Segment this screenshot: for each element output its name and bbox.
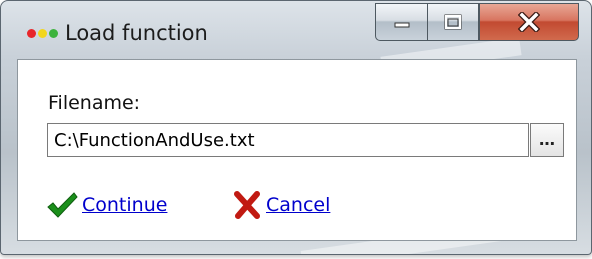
caption-buttons bbox=[375, 3, 579, 41]
yellow-dot bbox=[38, 29, 47, 38]
maximize-button[interactable] bbox=[427, 3, 479, 41]
title-bar[interactable]: Load function bbox=[1, 1, 591, 59]
continue-button[interactable]: Continue bbox=[46, 190, 167, 220]
continue-link[interactable]: Continue bbox=[82, 194, 167, 216]
browse-button[interactable]: … bbox=[530, 123, 564, 157]
cancel-link[interactable]: Cancel bbox=[266, 194, 330, 216]
ellipsis-icon: … bbox=[539, 130, 555, 149]
maximize-icon bbox=[444, 14, 462, 30]
checkmark-icon bbox=[47, 192, 78, 218]
load-function-dialog: Load function Filename: C:\FunctionAndUs… bbox=[0, 0, 592, 255]
red-dot bbox=[27, 29, 36, 38]
traffic-light-dots-icon bbox=[27, 29, 58, 38]
dialog-content: Filename: … Continue Cancel bbox=[17, 59, 577, 241]
cancel-button[interactable]: Cancel bbox=[232, 190, 330, 220]
filename-input[interactable] bbox=[47, 123, 529, 157]
red-x-icon bbox=[234, 191, 260, 219]
green-dot bbox=[49, 29, 58, 38]
minimize-icon bbox=[394, 22, 409, 28]
minimize-button[interactable] bbox=[375, 3, 427, 41]
filename-label: Filename: bbox=[48, 92, 141, 114]
window-title: Load function bbox=[65, 21, 208, 45]
close-icon bbox=[518, 12, 540, 32]
close-button[interactable] bbox=[479, 3, 579, 41]
